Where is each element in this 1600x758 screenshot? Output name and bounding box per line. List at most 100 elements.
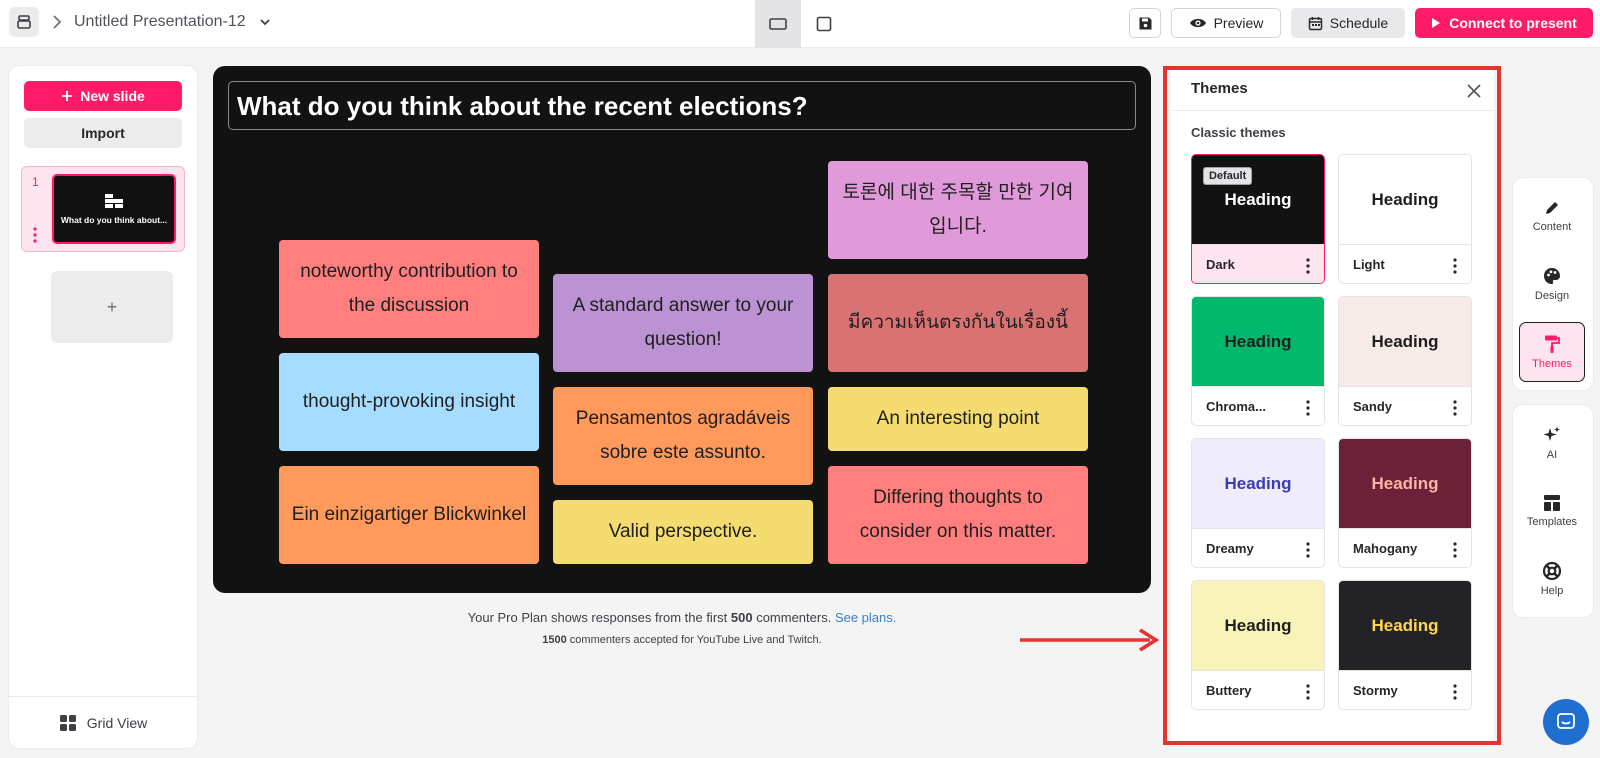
wall-layout-icon [105,194,123,208]
theme-card-dark[interactable]: Heading Default Dark [1191,154,1325,284]
play-icon [1432,18,1441,28]
rail-content-button[interactable]: Content [1519,186,1585,246]
theme-preview: Heading [1192,581,1324,670]
theme-card-buttery[interactable]: Heading Buttery [1191,580,1325,710]
preview-button[interactable]: Preview [1171,8,1281,38]
theme-name: Dreamy [1206,541,1254,556]
theme-heading-sample: Heading [1224,473,1292,493]
theme-footer: Buttery [1192,670,1324,709]
response-card[interactable]: Ein einzigartiger Blickwinkel [279,466,539,564]
sparkles-icon [1543,426,1560,441]
plus-icon [62,91,73,101]
theme-card-sandy[interactable]: Heading Sandy [1338,296,1472,426]
classic-themes-label: Classic themes [1191,125,1286,140]
theme-name: Mahogany [1353,541,1418,556]
eye-icon [1189,18,1206,28]
rail-content-label: Content [1532,221,1572,233]
rail-ai-button[interactable]: AI [1519,413,1585,473]
chevron-down-icon[interactable] [258,15,272,29]
theme-preview: Heading [1339,155,1471,244]
see-plans-link[interactable]: See plans. [835,610,896,625]
themes-panel: Themes Classic themes Heading Default Dark… [1171,70,1494,741]
rail-templates-label: Templates [1526,516,1578,528]
import-button[interactable]: Import [24,118,182,148]
lifebuoy-icon [1542,561,1562,581]
rail-themes-label: Themes [1532,358,1572,370]
response-card[interactable]: noteworthy contribution to the discussio… [279,240,539,338]
rail-design-button[interactable]: Design [1519,254,1585,314]
presentation-title[interactable]: Untitled Presentation-12 [74,13,246,31]
slide-title: What do you think about the recent elect… [237,91,808,121]
floppy-disk-icon [1139,17,1151,29]
theme-preview: Heading [1192,439,1324,528]
slide-canvas[interactable]: What do you think about the recent elect… [213,66,1151,593]
theme-footer: Mahogany [1339,528,1471,567]
new-slide-button[interactable]: New slide [24,81,182,111]
theme-footer: Dreamy [1192,528,1324,567]
save-button[interactable] [1129,8,1161,38]
widescreen-icon [769,18,787,30]
response-card[interactable]: 토론에 대한 주목할 만한 기여입니다. [828,161,1088,259]
theme-heading-sample: Heading [1371,189,1439,209]
connect-to-present-button[interactable]: Connect to present [1415,8,1593,38]
rail-design-label: Design [1534,290,1570,302]
slide-thumbnail-title: What do you think about... [60,215,168,225]
kebab-menu-icon[interactable] [1306,684,1310,700]
default-badge: Default [1203,167,1253,185]
theme-name: Light [1353,257,1385,272]
rail-themes-button[interactable]: Themes [1519,322,1585,382]
theme-name: Dark [1206,257,1235,272]
theme-preview: Heading [1339,297,1471,386]
theme-heading-sample: Heading [1224,615,1292,635]
theme-name: Sandy [1353,399,1393,414]
kebab-menu-icon[interactable] [1306,542,1310,558]
schedule-label: Schedule [1329,15,1389,31]
themes-title: Themes [1191,80,1248,97]
top-bar: Untitled Presentation-12 Preview Schedul… [0,0,1600,48]
response-card[interactable]: Valid perspective. [553,500,813,564]
theme-card-chroma[interactable]: Heading Chroma... [1191,296,1325,426]
kebab-menu-icon[interactable] [33,227,37,243]
kebab-menu-icon[interactable] [1453,258,1457,274]
slide-list-item[interactable]: 1 What do you think about... [21,166,185,252]
grid-icon [59,714,76,731]
theme-preview: Heading [1339,439,1471,528]
square-ratio-button[interactable] [801,0,847,48]
annotation-arrow-icon [1020,628,1160,652]
theme-heading-sample: Heading [1371,615,1439,635]
theme-card-mahogany[interactable]: Heading Mahogany [1338,438,1472,568]
kebab-menu-icon[interactable] [1453,684,1457,700]
theme-card-light[interactable]: Heading Light [1338,154,1472,284]
support-chat-button[interactable] [1543,699,1589,745]
close-icon[interactable] [1466,83,1482,99]
plan-notice-count: 500 [730,610,753,625]
schedule-button[interactable]: Schedule [1291,8,1405,38]
grid-view-button[interactable]: Grid View [9,696,197,748]
response-card[interactable]: Differing thoughts to consider on this m… [828,466,1088,564]
rail-help-label: Help [1540,585,1564,597]
kebab-menu-icon[interactable] [1453,542,1457,558]
theme-footer: Chroma... [1192,386,1324,425]
add-slide-button[interactable]: + [51,271,173,343]
grid-view-label: Grid View [86,714,148,731]
kebab-menu-icon[interactable] [1306,258,1310,274]
response-card[interactable]: An interesting point [828,387,1088,451]
theme-name: Stormy [1353,683,1398,698]
theme-heading-sample: Heading [1371,473,1439,493]
response-card[interactable]: A standard answer to your question! [553,274,813,372]
widescreen-ratio-button[interactable] [755,0,801,48]
response-card[interactable]: มีความเห็นตรงกันในเรื่องนี้ [828,274,1088,372]
rail-help-button[interactable]: Help [1519,549,1585,609]
kebab-menu-icon[interactable] [1306,400,1310,416]
theme-card-stormy[interactable]: Heading Stormy [1338,580,1472,710]
kebab-menu-icon[interactable] [1453,400,1457,416]
theme-card-dreamy[interactable]: Heading Dreamy [1191,438,1325,568]
slide-title-box[interactable]: What do you think about the recent elect… [228,81,1136,130]
right-rail-secondary: AI Templates Help [1513,405,1593,617]
home-button[interactable] [9,7,39,37]
slide-thumbnail[interactable]: What do you think about... [52,174,176,244]
rail-templates-button[interactable]: Templates [1519,481,1585,541]
commenters-count: 1500 [542,634,567,646]
response-card[interactable]: thought-provoking insight [279,353,539,451]
response-card[interactable]: Pensamentos agradáveis sobre este assunt… [553,387,813,485]
